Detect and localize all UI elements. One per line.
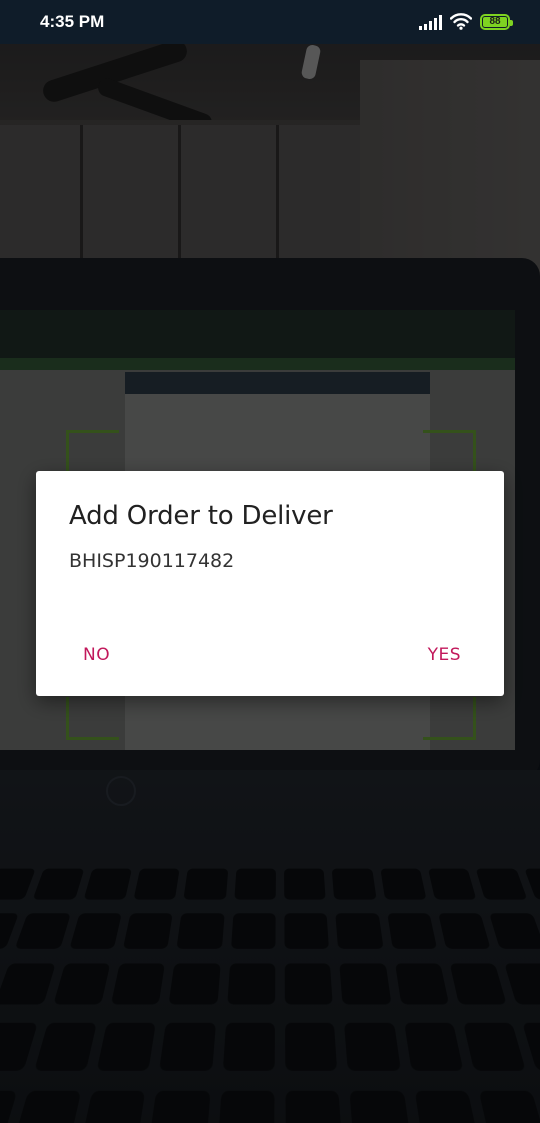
add-order-dialog: Add Order to Deliver BHISP190117482 NO Y… xyxy=(36,471,504,696)
no-button[interactable]: NO xyxy=(69,631,124,679)
order-number: BHISP190117482 xyxy=(69,550,235,572)
dialog-title: Add Order to Deliver xyxy=(69,501,333,531)
status-icons: 88 xyxy=(419,13,513,30)
yes-button[interactable]: YES xyxy=(414,631,475,679)
qr-scan-screen: 4:35 PM 88 Add Order to Deliver BHISP190… xyxy=(0,0,540,1123)
signal-icon xyxy=(419,14,442,30)
wifi-icon xyxy=(450,13,472,30)
battery-level: 88 xyxy=(489,16,501,27)
battery-icon: 88 xyxy=(480,13,513,30)
battery-tip xyxy=(510,19,513,26)
status-time: 4:35 PM xyxy=(40,12,105,31)
status-bar: 4:35 PM 88 xyxy=(0,0,540,44)
